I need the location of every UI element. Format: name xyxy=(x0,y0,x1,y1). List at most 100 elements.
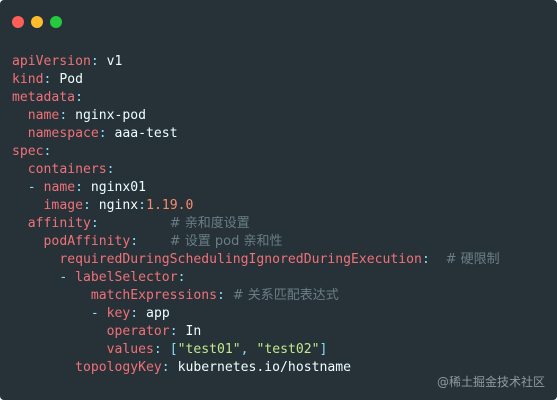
yaml-punctuation: - xyxy=(59,270,76,285)
yaml-punctuation: : xyxy=(130,306,139,321)
yaml-punctuation: : xyxy=(169,324,178,339)
code-line: - name: nginx01 xyxy=(12,179,500,197)
window-controls xyxy=(12,16,62,28)
yaml-value: nginx01 xyxy=(83,180,147,195)
code-line: kind: Pod xyxy=(12,71,500,89)
yaml-key: metadata xyxy=(12,90,76,105)
yaml-key: topologyKey xyxy=(75,360,162,375)
yaml-value: nginx-pod xyxy=(67,108,147,123)
code-line: apiVersion: v1 xyxy=(12,53,500,71)
yaml-punctuation: : xyxy=(90,216,99,231)
yaml-key: namespace xyxy=(27,126,99,141)
code-line: topologyKey: kubernetes.io/hostname xyxy=(12,359,500,377)
code-line: namespace: aaa-test xyxy=(12,125,500,143)
yaml-punctuation: : xyxy=(161,360,170,375)
yaml-key: image xyxy=(43,198,83,213)
watermark-text: @稀土掘金技术社区 xyxy=(436,375,545,389)
yaml-key: key xyxy=(106,306,131,321)
yaml-key: spec xyxy=(12,144,44,159)
code-line: podAffinity: # 设置 pod 亲和性 xyxy=(12,233,500,251)
yaml-punctuation: [ xyxy=(169,342,178,357)
code-line: matchExpressions: # 关系匹配表达式 xyxy=(12,287,500,305)
yaml-punctuation: : xyxy=(90,54,99,69)
yaml-punctuation: : xyxy=(75,90,83,105)
yaml-punctuation: : xyxy=(106,162,115,177)
yaml-key: affinity xyxy=(27,216,91,231)
code-line: values: ["test01", "test02"] xyxy=(12,341,500,359)
yaml-punctuation: : xyxy=(43,144,52,159)
yaml-punctuation: : xyxy=(98,126,107,141)
yaml-value: In xyxy=(177,324,202,339)
yaml-comment: # 硬限制 xyxy=(445,252,500,267)
yaml-punctuation: : xyxy=(82,198,91,213)
yaml-key: apiVersion xyxy=(12,54,91,69)
code-line: name: nginx-pod xyxy=(12,107,500,125)
code-line: spec: xyxy=(12,143,500,161)
yaml-punctuation: : xyxy=(153,342,162,357)
code-window: apiVersion: v1 kind: Pod metadata: name: n… xyxy=(0,0,557,400)
yaml-comment: # 关系匹配表达式 xyxy=(232,288,339,303)
yaml-punctuation: - xyxy=(90,306,107,321)
code-line: - key: app xyxy=(12,305,500,323)
yaml-value: nginx xyxy=(90,198,139,213)
yaml-value xyxy=(162,342,170,357)
yaml-key: podAffinity xyxy=(43,234,131,249)
yaml-punctuation: : xyxy=(177,270,186,285)
yaml-key: name xyxy=(43,180,76,195)
yaml-string: "test01" xyxy=(177,342,241,357)
yaml-comment: # 设置 pod 亲和性 xyxy=(169,234,283,249)
code-line: metadata: xyxy=(12,89,500,107)
zoom-button[interactable] xyxy=(50,16,62,28)
code-line: containers: xyxy=(12,161,500,179)
code-line: - labelSelector: xyxy=(12,269,500,287)
yaml-key: containers xyxy=(27,162,107,177)
yaml-key: labelSelector xyxy=(75,270,178,285)
yaml-key: kind xyxy=(12,72,44,87)
yaml-value: Pod xyxy=(51,72,83,87)
yaml-value: v1 xyxy=(98,54,123,69)
minimize-button[interactable] xyxy=(31,16,43,28)
yaml-value: kubernetes.io/hostname xyxy=(169,360,351,375)
yaml-string: "test02" xyxy=(256,342,320,357)
yaml-key: name xyxy=(27,108,60,123)
code-block: apiVersion: v1 kind: Pod metadata: name: n… xyxy=(12,53,500,377)
yaml-punctuation: , xyxy=(240,342,257,357)
yaml-key: requiredDuringSchedulingIgnoredDuringExe… xyxy=(59,252,422,267)
yaml-punctuation: : xyxy=(130,234,139,249)
yaml-punctuation: : xyxy=(75,180,83,195)
yaml-value: aaa-test xyxy=(106,126,178,141)
yaml-punctuation: - xyxy=(27,180,44,195)
yaml-punctuation: : xyxy=(216,288,225,303)
code-line: operator: In xyxy=(12,323,500,341)
code-line: affinity: # 亲和度设置 xyxy=(12,215,500,233)
code-line: image: nginx:1.19.0 xyxy=(12,197,500,215)
code-line: requiredDuringSchedulingIgnoredDuringExe… xyxy=(12,251,500,269)
yaml-number: 1.19.0 xyxy=(146,198,194,213)
yaml-key: values xyxy=(106,342,154,357)
yaml-comment: # 亲和度设置 xyxy=(169,216,250,231)
yaml-punctuation: ] xyxy=(319,342,328,357)
close-button[interactable] xyxy=(12,16,24,28)
yaml-key: matchExpressions xyxy=(90,288,217,303)
yaml-value: app xyxy=(138,306,170,321)
yaml-key: operator xyxy=(106,324,170,339)
yaml-punctuation: : xyxy=(138,198,147,213)
